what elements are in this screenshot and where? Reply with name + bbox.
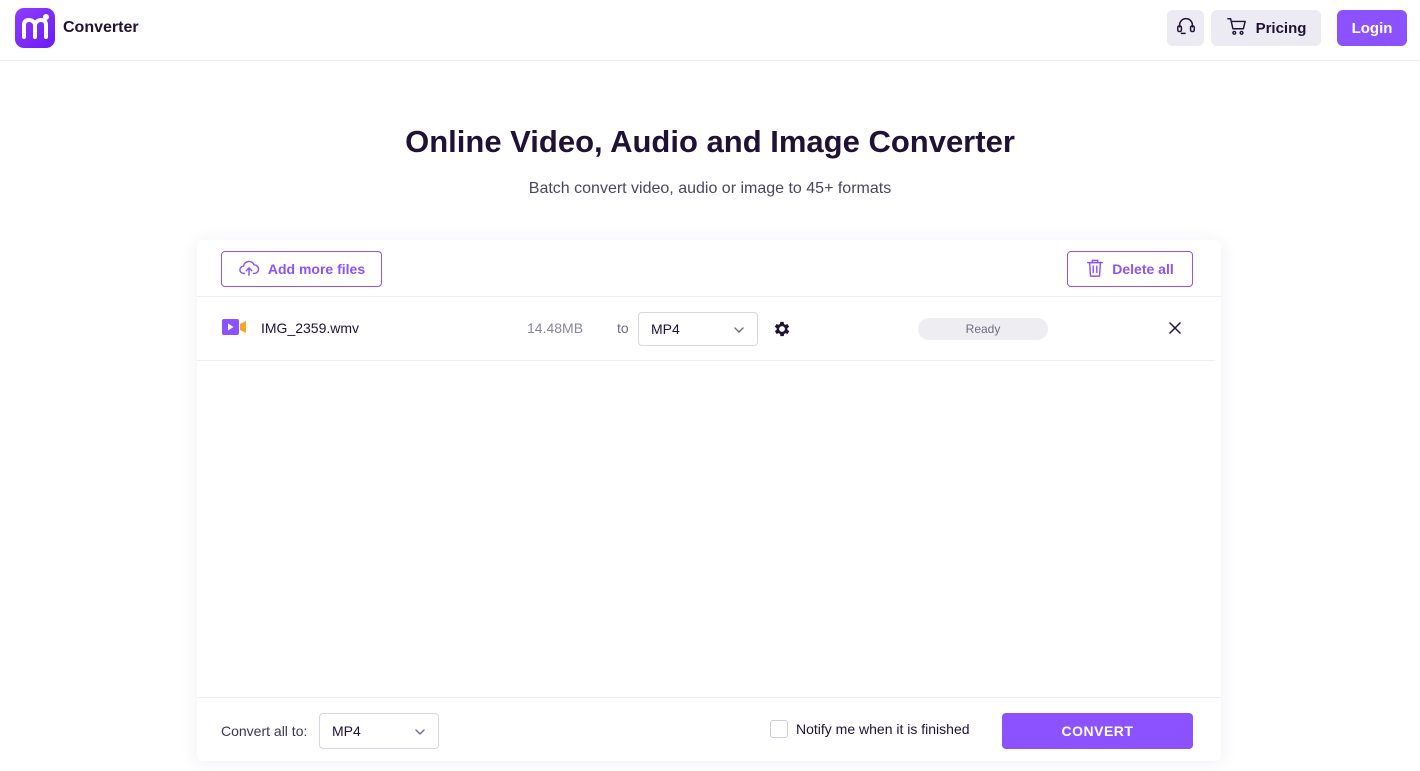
upload-cloud-icon bbox=[238, 258, 260, 281]
headset-icon bbox=[1175, 15, 1197, 42]
chevron-down-icon bbox=[733, 321, 745, 337]
panel-toolbar: Add more files Delete all bbox=[197, 240, 1221, 297]
chevron-down-icon bbox=[414, 723, 426, 739]
brand[interactable]: Converter bbox=[15, 8, 139, 48]
notify-label: Notify me when it is finished bbox=[796, 721, 970, 737]
notify-checkbox[interactable] bbox=[770, 720, 788, 738]
add-more-files-label: Add more files bbox=[267, 261, 366, 277]
login-button[interactable]: Login bbox=[1337, 10, 1407, 46]
gear-icon[interactable] bbox=[772, 319, 792, 344]
video-file-icon bbox=[222, 319, 246, 340]
delete-all-label: Delete all bbox=[1112, 261, 1174, 277]
delete-all-button[interactable]: Delete all bbox=[1067, 251, 1193, 287]
converter-panel: Add more files Delete all IMG_2359.wmv 1… bbox=[197, 240, 1221, 761]
status-badge: Ready bbox=[918, 318, 1048, 340]
close-icon[interactable] bbox=[1167, 320, 1183, 336]
pricing-button[interactable]: Pricing bbox=[1211, 10, 1321, 46]
file-size: 14.48MB bbox=[527, 320, 584, 336]
add-more-files-button[interactable]: Add more files bbox=[221, 251, 382, 287]
file-row: IMG_2359.wmv 14.48MB to MP4 Ready bbox=[197, 297, 1215, 361]
file-name: IMG_2359.wmv bbox=[261, 320, 360, 336]
convert-all-select[interactable]: MP4 bbox=[319, 713, 439, 749]
support-button[interactable] bbox=[1167, 10, 1204, 46]
panel-footer: Convert all to: MP4 Notify me when it is… bbox=[197, 697, 1221, 761]
to-label: to bbox=[617, 320, 629, 336]
convert-all-value: MP4 bbox=[332, 723, 361, 739]
pricing-label: Pricing bbox=[1255, 19, 1307, 37]
page-title: Online Video, Audio and Image Converter bbox=[405, 124, 1015, 159]
trash-icon bbox=[1086, 258, 1104, 281]
output-format-value: MP4 bbox=[651, 321, 680, 337]
convert-all-label: Convert all to: bbox=[221, 723, 308, 739]
convert-button[interactable]: CONVERT bbox=[1002, 713, 1193, 749]
output-format-select[interactable]: MP4 bbox=[638, 312, 758, 346]
brand-name: Converter bbox=[63, 19, 139, 36]
top-navbar: Converter Pricing Login bbox=[0, 0, 1420, 61]
cart-icon bbox=[1226, 16, 1248, 40]
page-subtitle: Batch convert video, audio or image to 4… bbox=[528, 180, 892, 197]
logo-icon bbox=[15, 8, 55, 48]
